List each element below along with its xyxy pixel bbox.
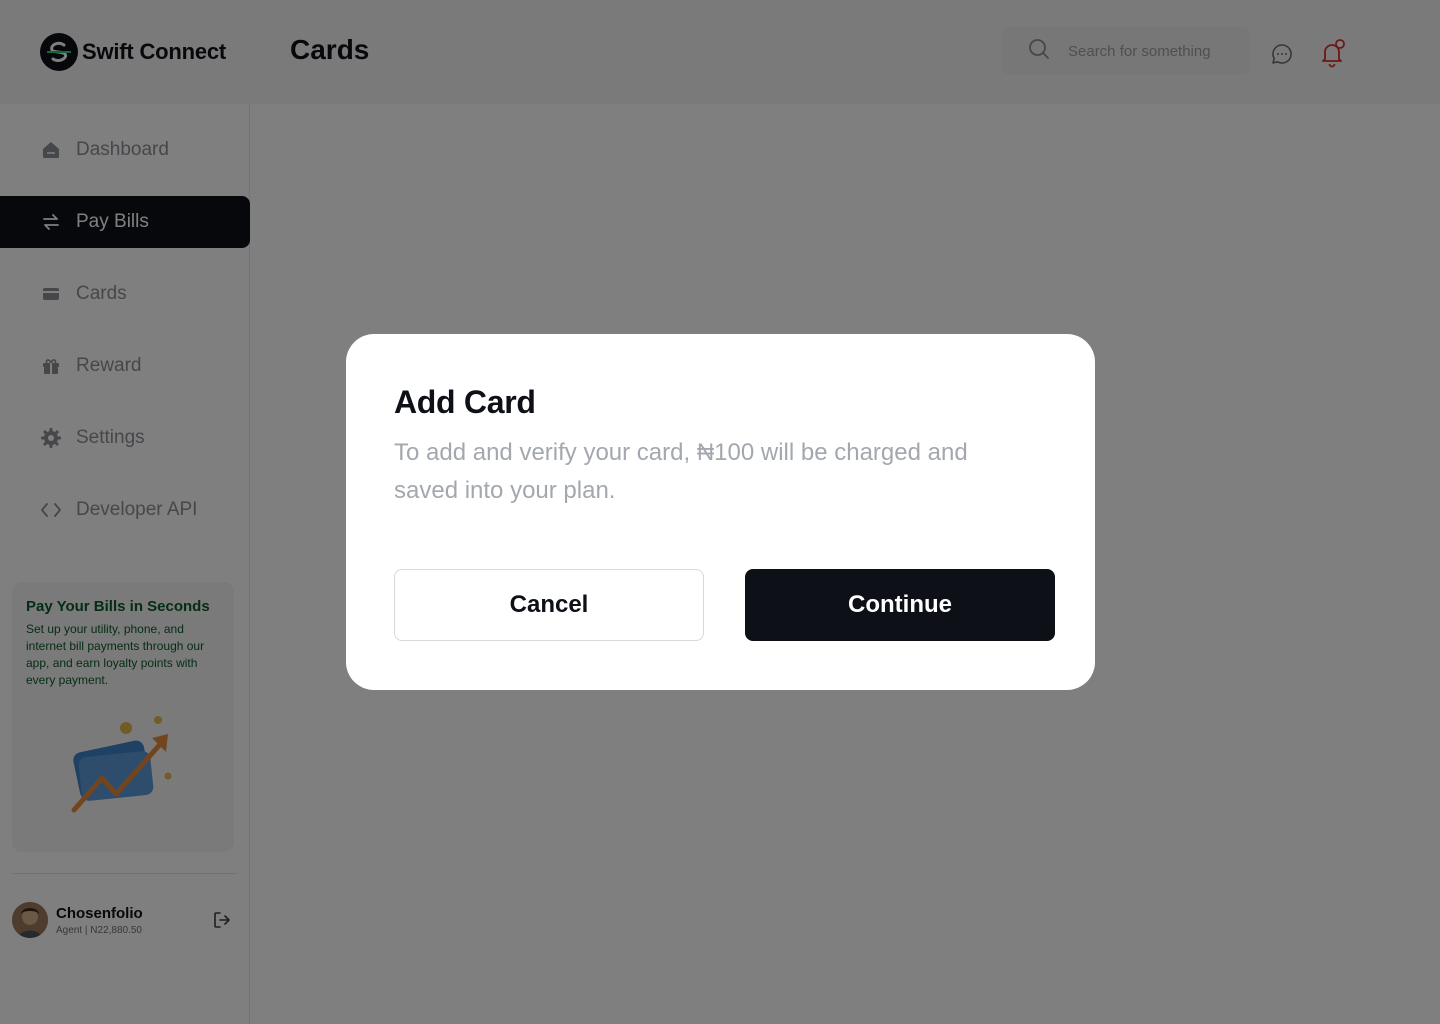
modal-description: To add and verify your card, ₦100 will b… — [394, 439, 968, 504]
modal-title: Add Card — [394, 384, 536, 420]
continue-button[interactable]: Continue — [745, 569, 1055, 641]
add-card-modal: Add Card To add and verify your card, ₦1… — [346, 334, 1095, 690]
cancel-button[interactable]: Cancel — [394, 569, 704, 641]
